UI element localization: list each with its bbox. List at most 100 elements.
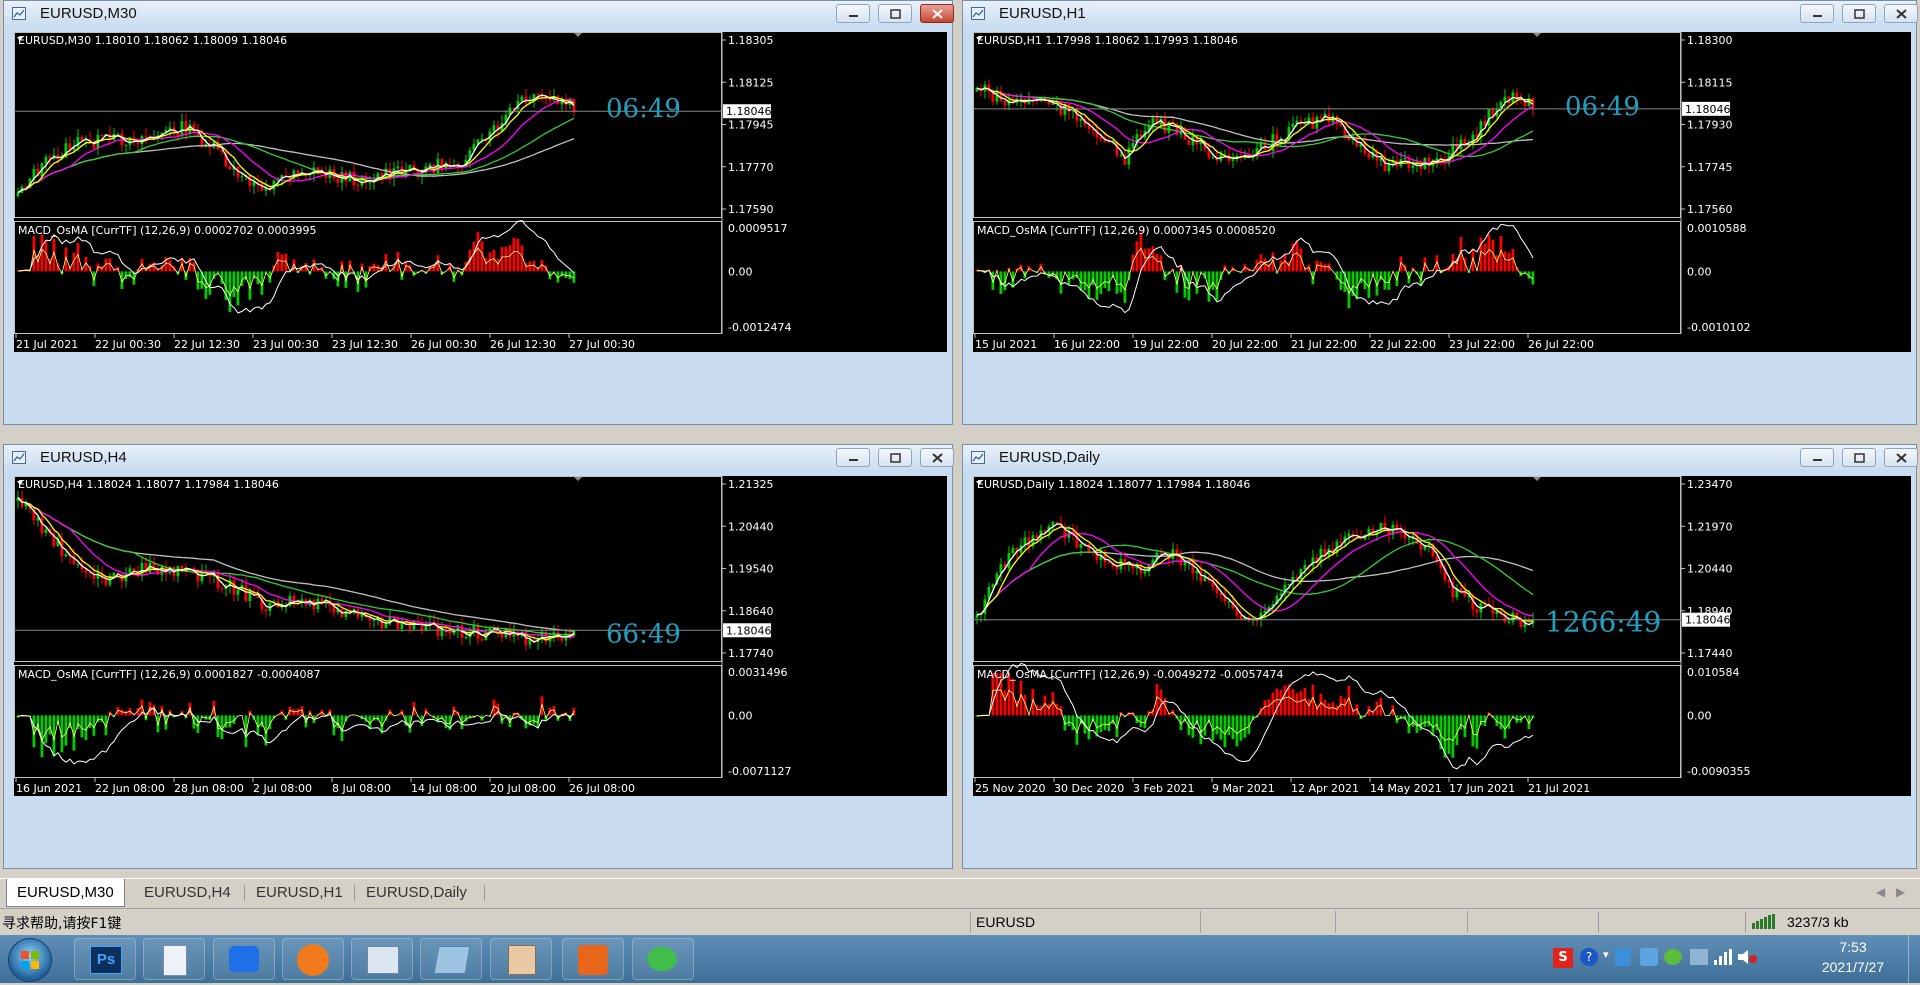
time-axis-label: 26 Jul 22:00 [1528, 338, 1594, 351]
close-button[interactable] [1884, 448, 1918, 467]
candle-body [125, 145, 128, 146]
tab-eurusd-h1[interactable]: EURUSD,H1 [246, 879, 353, 906]
status-divider [1335, 911, 1336, 933]
network-tray-icon[interactable] [1615, 948, 1631, 966]
macd-bar [1244, 715, 1247, 737]
chart-area[interactable]: EURUSD,H4 1.18024 1.18077 1.17984 1.1804… [14, 476, 947, 796]
window-titlebar[interactable]: EURUSD,H1 [963, 1, 1916, 27]
tab-separator [244, 885, 245, 901]
trading-app-icon[interactable] [562, 938, 624, 980]
minimize-button[interactable] [836, 4, 870, 23]
macd-bar [1068, 715, 1071, 726]
notepad-app-icon[interactable] [420, 938, 482, 980]
tab-eurusd-daily[interactable]: EURUSD,Daily [356, 879, 477, 906]
ma-yellow-line [18, 498, 574, 640]
paint-app-icon[interactable] [490, 938, 552, 980]
ma-magenta-line [977, 532, 1533, 616]
chart-area[interactable]: EURUSD,Daily 1.18024 1.18077 1.17984 1.1… [973, 476, 1911, 796]
restore-button[interactable] [878, 448, 912, 467]
macd-bar [253, 271, 256, 278]
document-app-icon[interactable] [143, 938, 205, 980]
restore-button[interactable] [878, 4, 912, 23]
candle-body [45, 157, 48, 164]
clock-time[interactable]: 7:53 [1810, 939, 1896, 955]
macd-bar [1392, 705, 1395, 715]
help-tray-icon[interactable]: ? [1580, 948, 1598, 966]
window-titlebar[interactable]: EURUSD,Daily [963, 445, 1916, 471]
minimize-button[interactable] [1800, 4, 1834, 23]
input-method-icon[interactable]: S [1553, 948, 1573, 968]
chart-window-0[interactable]: EURUSD,M30 EURUSD,M30 1.18010 1.18062 1.1… [3, 0, 953, 425]
candle-body [201, 572, 204, 581]
tab-scroll-left-icon[interactable]: ◀ [1876, 885, 1885, 899]
ma-yellow-line [977, 527, 1533, 621]
security-tray-icon[interactable] [1640, 948, 1658, 966]
macd-bar [1236, 715, 1239, 746]
volume-muted-icon[interactable] [1738, 949, 1758, 965]
candle-body [1504, 97, 1507, 102]
candle-body [181, 566, 184, 569]
tab-scroll-right-icon[interactable]: ▶ [1896, 885, 1905, 899]
candle-body [1212, 157, 1215, 158]
close-button[interactable] [1884, 4, 1918, 23]
macd-bar [517, 239, 520, 272]
tab-eurusd-h4[interactable]: EURUSD,H4 [134, 879, 241, 906]
maps-app-icon[interactable] [213, 938, 275, 980]
ma-gray-line [977, 552, 1533, 615]
wechat-tray-icon[interactable] [1664, 949, 1682, 965]
chart-info-label: EURUSD,M30 1.18010 1.18062 1.18009 1.180… [18, 34, 287, 47]
restore-button[interactable] [1842, 4, 1876, 23]
candle-body [101, 135, 104, 136]
start-orb-icon[interactable] [8, 938, 52, 982]
window-titlebar[interactable]: EURUSD,H4 [4, 445, 952, 471]
macd-axis-label: 0.00 [1687, 265, 1712, 278]
current-price-label: 1.18046 [726, 624, 772, 637]
price-axis-label: 1.18640 [728, 605, 774, 618]
chart-window-1[interactable]: EURUSD,H1 EURUSD,H1 1.17998 1.18062 1.179… [962, 0, 1917, 425]
close-button[interactable] [920, 448, 954, 467]
tray-expand-icon[interactable]: ▾ [1603, 948, 1609, 961]
clock-date[interactable]: 2021/7/27 [1810, 959, 1896, 975]
time-axis-label: 28 Jun 08:00 [174, 782, 244, 795]
close-button[interactable] [920, 4, 954, 23]
vpn-tray-icon[interactable] [1690, 949, 1708, 965]
signal-tray-icon[interactable] [1714, 949, 1732, 965]
tab-eurusd-m30[interactable]: EURUSD,M30 [6, 879, 125, 907]
macd-bar [297, 709, 300, 716]
candle-body [1032, 99, 1035, 100]
macd-axis-label: -0.0071127 [728, 765, 791, 778]
current-price-label: 1.18046 [1685, 103, 1731, 116]
time-axis-label: 22 Jun 08:00 [95, 782, 165, 795]
chart-window-2[interactable]: EURUSD,H4 EURUSD,H4 1.18024 1.18077 1.179… [3, 444, 953, 869]
macd-axis-label: 0.010584 [1687, 666, 1740, 679]
candle-body [1404, 158, 1407, 159]
chart-area[interactable]: EURUSD,H1 1.17998 1.18062 1.17993 1.1804… [973, 32, 1911, 352]
chart-window-3[interactable]: EURUSD,Daily EURUSD,Daily 1.18024 1.18077… [962, 444, 1917, 869]
candle-body [1480, 121, 1483, 137]
ma-white-line [18, 95, 574, 193]
time-axis-label: 26 Jul 00:30 [411, 338, 477, 351]
photoshop-app-icon[interactable]: Ps [74, 938, 136, 980]
status-divider [970, 911, 971, 933]
macd-bar [1140, 233, 1143, 272]
macd-bar [1240, 715, 1243, 740]
macd-bar [1472, 715, 1475, 746]
wechat-app-icon[interactable] [632, 938, 694, 980]
show-desktop-button[interactable] [1908, 935, 1920, 983]
window-titlebar[interactable]: EURUSD,M30 [4, 1, 952, 27]
restore-button[interactable] [1842, 448, 1876, 467]
macd-bar [509, 245, 512, 271]
contacts-app-icon[interactable] [351, 938, 413, 980]
chart-window-icon [12, 451, 26, 464]
minimize-button[interactable] [836, 448, 870, 467]
candle-body [537, 94, 540, 95]
chart-area[interactable]: EURUSD,M30 1.18010 1.18062 1.18009 1.180… [14, 32, 947, 352]
macd-bar [229, 271, 232, 312]
macd-bar [1436, 715, 1439, 730]
refresh-app-icon[interactable] [282, 938, 344, 980]
candle-body [81, 137, 84, 140]
candle-body [1192, 561, 1195, 573]
candlesticks [976, 516, 1535, 633]
minimize-button[interactable] [1800, 448, 1834, 467]
candle-body [1508, 622, 1511, 623]
